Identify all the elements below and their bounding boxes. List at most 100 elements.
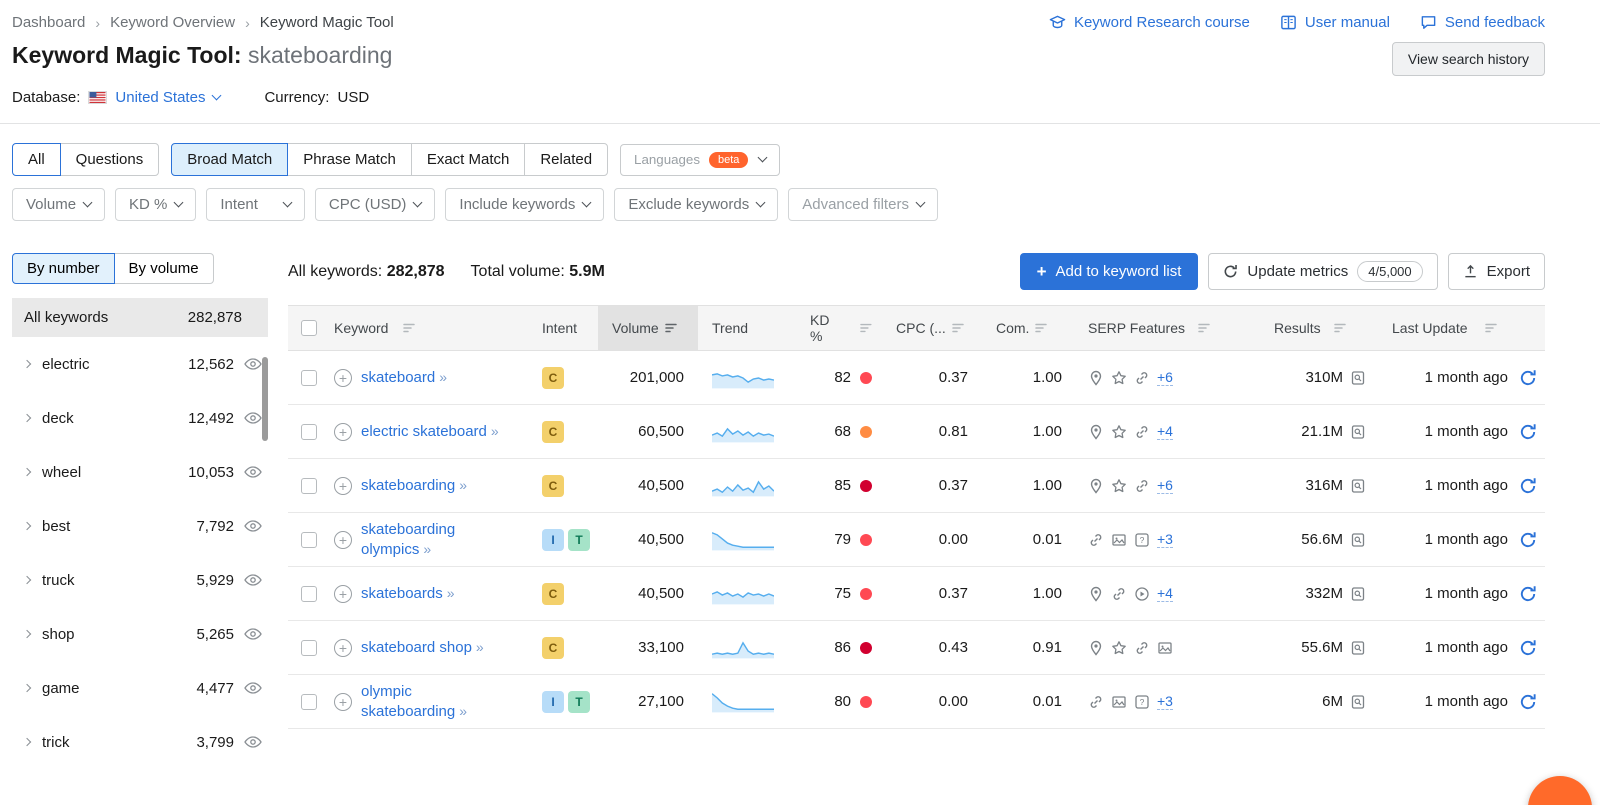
- serp-preview-icon[interactable]: [1350, 370, 1366, 386]
- expand-chevron-icon[interactable]: [22, 359, 32, 369]
- sort-icon[interactable]: [1035, 322, 1047, 334]
- sort-icon[interactable]: [1334, 322, 1346, 334]
- column-header-cpc[interactable]: CPC (...: [878, 306, 980, 350]
- database-selector[interactable]: Database: United States: [12, 89, 222, 106]
- column-header-serp-features[interactable]: SERP Features: [1072, 306, 1248, 350]
- sort-icon[interactable]: [1485, 322, 1497, 334]
- tab-questions[interactable]: Questions: [59, 143, 160, 176]
- row-checkbox[interactable]: [301, 693, 317, 710]
- keyword-link[interactable]: skateboarding olympics: [361, 521, 455, 558]
- sidebar-group-truck[interactable]: truck 5,929: [12, 553, 268, 607]
- serp-more-link[interactable]: +4: [1157, 585, 1173, 602]
- serp-preview-icon[interactable]: [1350, 424, 1366, 440]
- keyword-link[interactable]: skateboard: [361, 369, 435, 386]
- expand-keyword-icon[interactable]: »: [459, 477, 468, 493]
- sidebar-scrollbar-thumb[interactable]: [262, 357, 268, 441]
- sort-icon[interactable]: [952, 322, 964, 334]
- serp-more-link[interactable]: +6: [1157, 369, 1173, 386]
- expand-chevron-icon[interactable]: [22, 413, 32, 423]
- add-to-keyword-list-button[interactable]: + Add to keyword list: [1019, 253, 1199, 290]
- view-search-history-button[interactable]: View search history: [1391, 42, 1545, 76]
- serp-more-link[interactable]: +6: [1157, 477, 1173, 494]
- advanced-filters-dropdown[interactable]: Advanced filters: [788, 188, 938, 221]
- add-keyword-icon[interactable]: +: [334, 368, 352, 387]
- add-keyword-icon[interactable]: +: [334, 638, 352, 657]
- sort-icon[interactable]: [860, 322, 872, 334]
- tab-phrase-match[interactable]: Phrase Match: [287, 143, 412, 176]
- keyword-link[interactable]: skateboarding: [361, 477, 455, 494]
- volume-filter-dropdown[interactable]: Volume: [12, 188, 106, 221]
- kd-filter-dropdown[interactable]: KD %: [115, 188, 197, 221]
- add-keyword-icon[interactable]: +: [334, 530, 352, 549]
- sidebar-group-electric[interactable]: electric 12,562: [12, 337, 268, 391]
- expand-chevron-icon[interactable]: [22, 521, 32, 531]
- tab-all[interactable]: All: [12, 143, 61, 176]
- select-all-checkbox[interactable]: [301, 320, 317, 336]
- row-checkbox[interactable]: [301, 585, 317, 602]
- eye-icon[interactable]: [244, 466, 262, 478]
- sidebar-group-deck[interactable]: deck 12,492: [12, 391, 268, 445]
- row-checkbox[interactable]: [301, 639, 317, 656]
- expand-chevron-icon[interactable]: [22, 575, 32, 585]
- refresh-icon[interactable]: [1519, 585, 1537, 603]
- serp-preview-icon[interactable]: [1350, 694, 1366, 710]
- sort-icon-active[interactable]: [665, 322, 677, 334]
- by-number-toggle[interactable]: By number: [12, 253, 115, 284]
- column-header-volume[interactable]: Volume: [598, 306, 698, 350]
- help-widget-button[interactable]: [1528, 776, 1592, 805]
- exclude-keywords-dropdown[interactable]: Exclude keywords: [614, 188, 779, 221]
- refresh-icon[interactable]: [1519, 477, 1537, 495]
- sidebar-group-game[interactable]: game 4,477: [12, 661, 268, 715]
- eye-icon[interactable]: [244, 682, 262, 694]
- expand-keyword-icon[interactable]: »: [491, 423, 500, 439]
- sidebar-group-shop[interactable]: shop 5,265: [12, 607, 268, 661]
- send-feedback-link[interactable]: Send feedback: [1420, 14, 1545, 31]
- sort-icon[interactable]: [403, 322, 415, 334]
- add-keyword-icon[interactable]: +: [334, 692, 352, 711]
- tab-broad-match[interactable]: Broad Match: [171, 143, 289, 176]
- row-checkbox[interactable]: [301, 369, 317, 386]
- row-checkbox[interactable]: [301, 531, 317, 548]
- expand-chevron-icon[interactable]: [22, 629, 32, 639]
- add-keyword-icon[interactable]: +: [334, 584, 352, 603]
- cpc-filter-dropdown[interactable]: CPC (USD): [314, 188, 436, 221]
- column-header-com[interactable]: Com.: [980, 306, 1072, 350]
- refresh-icon[interactable]: [1519, 531, 1537, 549]
- add-keyword-icon[interactable]: +: [334, 422, 352, 441]
- refresh-icon[interactable]: [1519, 423, 1537, 441]
- expand-keyword-icon[interactable]: »: [423, 541, 432, 557]
- expand-keyword-icon[interactable]: »: [476, 639, 485, 655]
- tab-related[interactable]: Related: [524, 143, 609, 176]
- by-volume-toggle[interactable]: By volume: [113, 253, 214, 284]
- eye-icon[interactable]: [244, 358, 262, 370]
- refresh-icon[interactable]: [1519, 693, 1537, 711]
- tab-exact-match[interactable]: Exact Match: [410, 143, 526, 176]
- expand-keyword-icon[interactable]: »: [459, 703, 468, 719]
- breadcrumb-dashboard[interactable]: Dashboard: [12, 14, 85, 31]
- expand-keyword-icon[interactable]: »: [439, 369, 448, 385]
- expand-keyword-icon[interactable]: »: [447, 585, 456, 601]
- serp-preview-icon[interactable]: [1350, 478, 1366, 494]
- column-header-last-update[interactable]: Last Update: [1370, 306, 1545, 350]
- eye-icon[interactable]: [244, 736, 262, 748]
- serp-preview-icon[interactable]: [1350, 586, 1366, 602]
- user-manual-link[interactable]: User manual: [1280, 14, 1390, 31]
- keyword-research-course-link[interactable]: Keyword Research course: [1049, 14, 1250, 31]
- serp-more-link[interactable]: +4: [1157, 423, 1173, 440]
- expand-chevron-icon[interactable]: [22, 683, 32, 693]
- sidebar-group-trick[interactable]: trick 3,799: [12, 715, 268, 769]
- expand-chevron-icon[interactable]: [22, 467, 32, 477]
- keyword-link[interactable]: skateboard shop: [361, 639, 472, 656]
- sidebar-group-wheel[interactable]: wheel 10,053: [12, 445, 268, 499]
- keyword-link[interactable]: skateboards: [361, 585, 443, 602]
- row-checkbox[interactable]: [301, 477, 317, 494]
- serp-more-link[interactable]: +3: [1157, 693, 1173, 710]
- column-header-kd[interactable]: KD %: [794, 306, 878, 350]
- eye-icon[interactable]: [244, 520, 262, 532]
- update-metrics-button[interactable]: Update metrics 4/5,000: [1208, 253, 1438, 290]
- export-button[interactable]: Export: [1447, 253, 1545, 290]
- languages-dropdown[interactable]: Languages beta: [620, 143, 781, 176]
- sidebar-item-all-keywords[interactable]: All keywords 282,878: [12, 298, 268, 337]
- column-header-keyword[interactable]: Keyword: [330, 306, 538, 350]
- keyword-link[interactable]: olympic skateboarding: [361, 683, 455, 720]
